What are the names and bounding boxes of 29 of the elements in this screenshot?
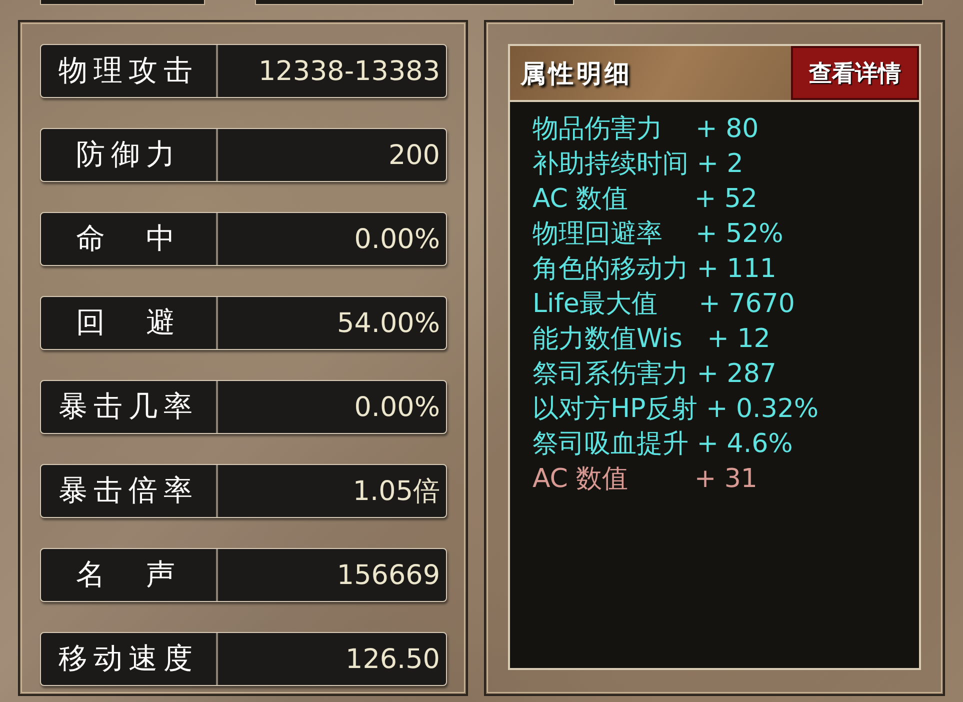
stat-label: 物理攻击 <box>41 45 218 97</box>
stat-value: 0.00% <box>353 222 441 256</box>
attribute-line: AC 数值 + 31 <box>532 463 758 496</box>
stat-value: 1.05倍 <box>352 475 441 509</box>
attribute-line: 物理回避率 + 52% <box>532 218 784 251</box>
attribute-line: 祭司吸血提升 + 4.6% <box>532 428 794 461</box>
stat-label: 暴击几率 <box>41 381 218 433</box>
stat-value: 200 <box>387 138 441 172</box>
stat-value: 12338-13383 <box>257 54 441 88</box>
attribute-line: 物品伤害力 + 80 <box>532 113 760 146</box>
stat-value: 156669 <box>336 558 441 592</box>
stat-label: 暴击倍率 <box>41 465 218 517</box>
stat-label: 防御力 <box>41 129 218 181</box>
stat-label: 名 声 <box>41 549 218 601</box>
attribute-line: 能力数值Wis + 12 <box>532 323 772 356</box>
stat-value: 126.50 <box>344 642 441 676</box>
attribute-line: AC 数值 + 52 <box>532 183 758 216</box>
attribute-line: Life最大值 + 7670 <box>532 288 796 321</box>
stat-label: 回 避 <box>41 297 218 349</box>
stat-value: 54.00% <box>336 306 441 340</box>
attribute-line: 补助持续时间 + 2 <box>532 148 744 181</box>
stat-label: 移动速度 <box>41 633 218 685</box>
stat-label: 命 中 <box>41 213 218 265</box>
details-title: 属性明细 <box>519 58 634 90</box>
attribute-line: 以对方HP反射 + 0.32% <box>532 393 820 426</box>
attribute-line: 角色的移动力 + 111 <box>532 253 778 286</box>
attribute-line: 祭司系伤害力 + 287 <box>532 358 778 391</box>
stat-value: 0.00% <box>353 390 441 424</box>
view-details-button[interactable]: 查看详情 <box>791 46 919 100</box>
